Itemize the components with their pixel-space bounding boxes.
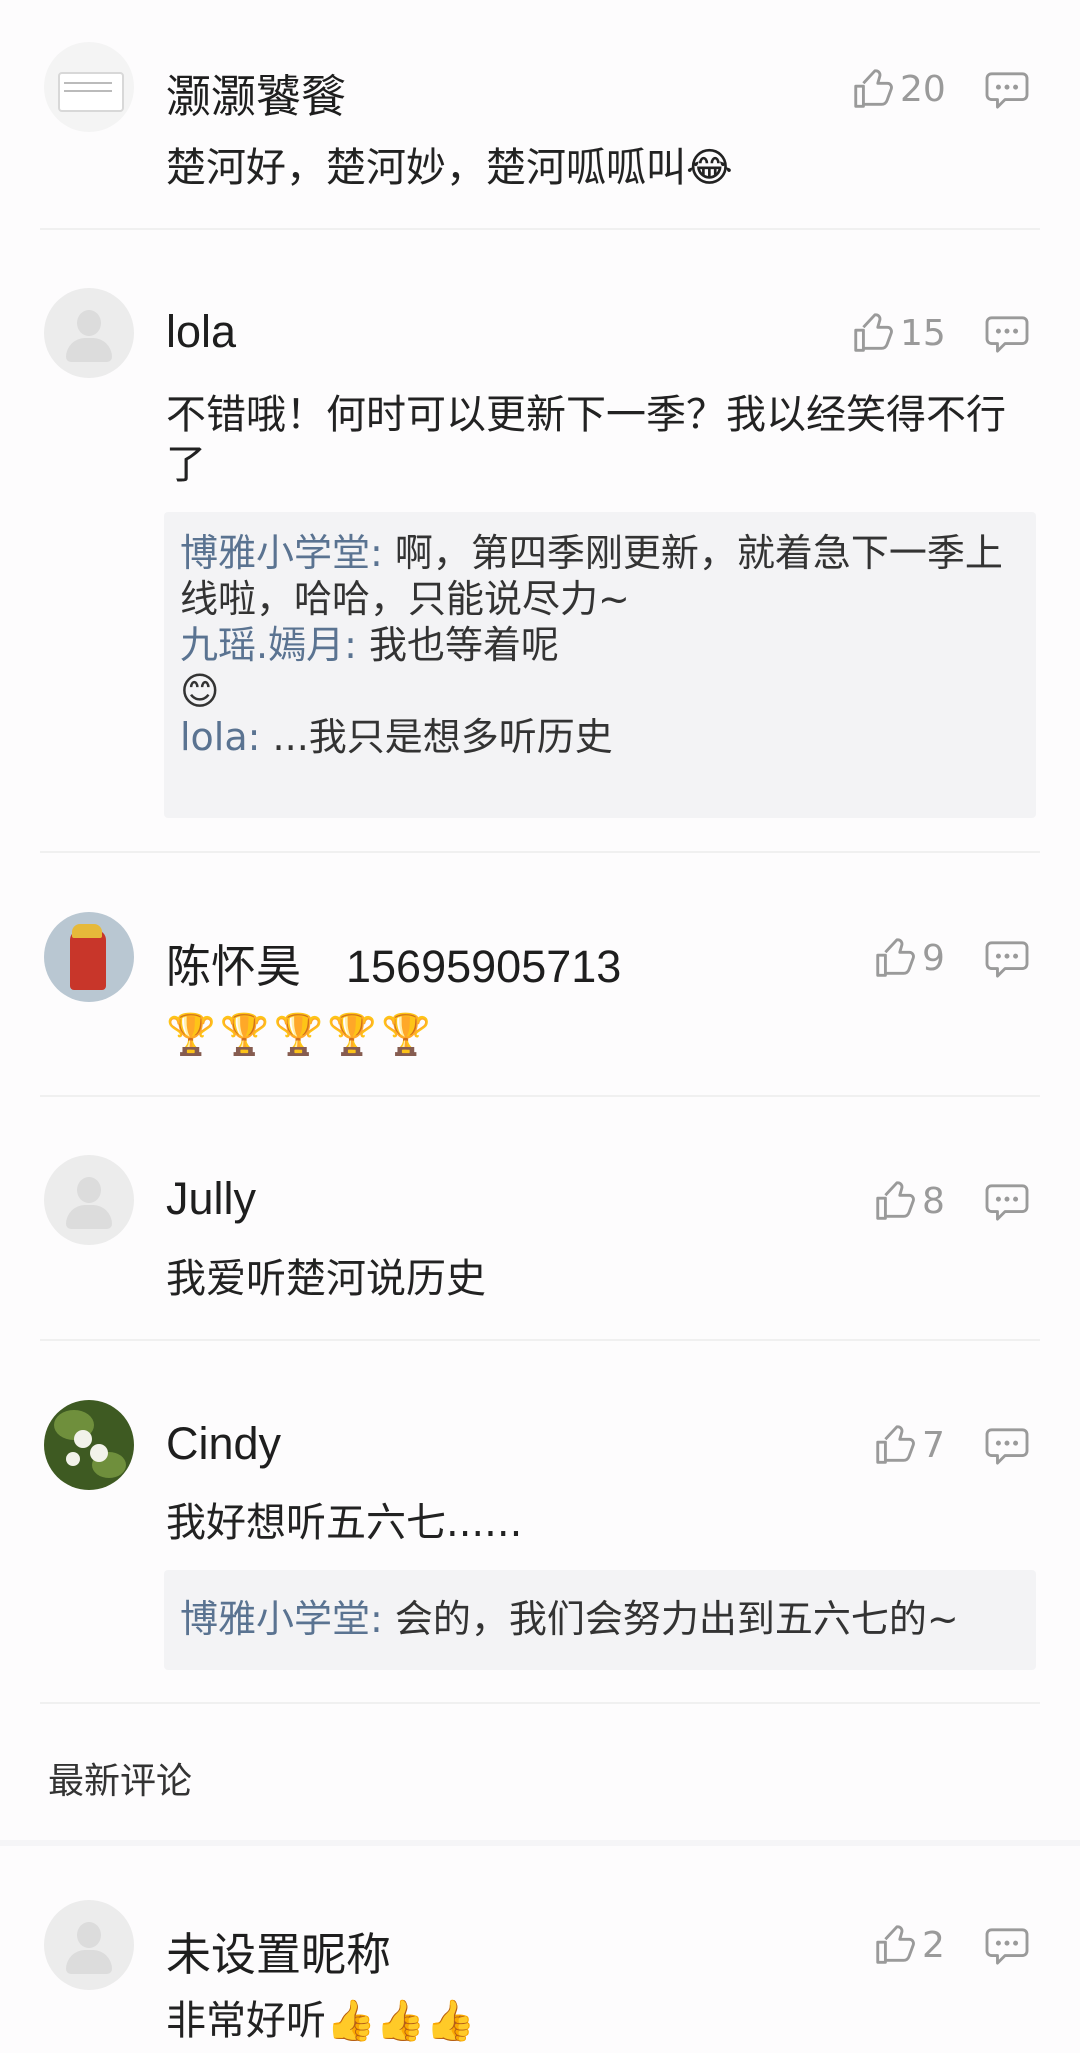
user-head-icon bbox=[77, 1922, 101, 1948]
avatar[interactable] bbox=[44, 288, 134, 378]
reply-text: 😊 bbox=[180, 669, 220, 713]
comment-text: 非常好听👍👍👍 bbox=[166, 1998, 476, 2044]
thumbs-up-icon bbox=[872, 1922, 918, 1968]
thumbs-up-icon bbox=[872, 1422, 918, 1468]
comment-text: 我爱听楚河说历史 bbox=[166, 1256, 486, 1302]
hat-icon bbox=[72, 924, 102, 938]
like-count: 15 bbox=[900, 312, 946, 354]
like-count: 8 bbox=[922, 1180, 945, 1222]
reply-author[interactable]: 博雅小学堂: bbox=[180, 1597, 383, 1641]
like-count: 9 bbox=[922, 937, 945, 979]
reply-item: 😊 bbox=[180, 668, 1020, 714]
comment-icon[interactable] bbox=[984, 1182, 1030, 1222]
reply-list: 博雅小学堂: 啊，第四季刚更新，就着急下一季上线啦，哈哈，只能说尽力~ 九瑶.嫣… bbox=[164, 512, 1036, 818]
reply-text: 会的，我们会努力出到五六七的~ bbox=[382, 1597, 959, 1641]
user-body-icon bbox=[66, 338, 112, 362]
divider bbox=[0, 1840, 1080, 1846]
user-head-icon bbox=[77, 310, 101, 336]
avatar[interactable] bbox=[44, 1155, 134, 1245]
comment-icon[interactable] bbox=[984, 1426, 1030, 1466]
reply-list: 博雅小学堂: 会的，我们会努力出到五六七的~ bbox=[164, 1570, 1036, 1670]
flower-shape bbox=[90, 1444, 108, 1462]
divider bbox=[64, 90, 112, 92]
divider bbox=[40, 851, 1040, 853]
user-head-icon bbox=[77, 1177, 101, 1203]
flower-shape bbox=[66, 1452, 80, 1466]
comment-icon[interactable] bbox=[984, 1926, 1030, 1966]
reply-item[interactable]: 九瑶.嫣月: 我也等着呢 bbox=[180, 622, 1020, 668]
commenter-name[interactable]: 陈怀昊 15695905713 bbox=[166, 930, 621, 995]
thumbs-up-icon bbox=[850, 66, 896, 112]
like-count: 20 bbox=[900, 68, 946, 110]
commenter-name[interactable]: Jully bbox=[166, 1173, 256, 1225]
user-body-icon bbox=[66, 1205, 112, 1229]
avatar[interactable] bbox=[44, 42, 134, 132]
avatar[interactable] bbox=[44, 1400, 134, 1490]
divider bbox=[40, 1095, 1040, 1097]
like-button[interactable]: 15 bbox=[850, 310, 946, 356]
commenter-name[interactable]: 未设置昵称 bbox=[166, 1918, 391, 1983]
reply-author[interactable]: lola: bbox=[180, 715, 260, 759]
comment-icon[interactable] bbox=[984, 314, 1030, 354]
thumbs-up-icon bbox=[872, 1178, 918, 1224]
comment-text: 楚河好，楚河妙，楚河呱呱叫😂 bbox=[166, 145, 733, 191]
divider bbox=[40, 1702, 1040, 1704]
flower-shape bbox=[74, 1430, 92, 1448]
book-icon bbox=[58, 72, 124, 112]
like-count: 7 bbox=[922, 1424, 945, 1466]
like-count: 2 bbox=[922, 1924, 945, 1966]
person-photo bbox=[70, 930, 106, 990]
commenter-name[interactable]: lola bbox=[166, 306, 236, 358]
thumbs-up-icon bbox=[850, 310, 896, 356]
reply-author[interactable]: 博雅小学堂: bbox=[180, 531, 383, 575]
comment-icon[interactable] bbox=[984, 70, 1030, 110]
like-button[interactable]: 8 bbox=[872, 1178, 945, 1224]
like-button[interactable]: 7 bbox=[872, 1422, 945, 1468]
thumbs-up-icon bbox=[872, 935, 918, 981]
avatar[interactable] bbox=[44, 912, 134, 1002]
reply-item[interactable]: 博雅小学堂: 会的，我们会努力出到五六七的~ bbox=[180, 1596, 1020, 1642]
latest-comments-header: 最新评论 bbox=[48, 1761, 193, 1802]
divider bbox=[40, 1339, 1040, 1341]
reply-author[interactable]: 九瑶.嫣月: bbox=[180, 623, 357, 667]
user-body-icon bbox=[66, 1950, 112, 1974]
like-button[interactable]: 2 bbox=[872, 1922, 945, 1968]
commenter-name[interactable]: 灏灏饕餮 bbox=[166, 60, 346, 125]
comment-text: 🏆🏆🏆🏆🏆 bbox=[166, 1012, 436, 1058]
reply-text: ...我只是想多听历史 bbox=[260, 715, 613, 759]
comment-icon[interactable] bbox=[984, 939, 1030, 979]
like-button[interactable]: 9 bbox=[872, 935, 945, 981]
divider bbox=[40, 228, 1040, 230]
comment-text: 我好想听五六七...... bbox=[166, 1500, 523, 1546]
comment-text: 不错哦！何时可以更新下一季？我以经笑得不行了 bbox=[166, 392, 1006, 488]
reply-item[interactable]: 博雅小学堂: 啊，第四季刚更新，就着急下一季上线啦，哈哈，只能说尽力~ bbox=[180, 530, 1020, 622]
reply-text: 我也等着呢 bbox=[356, 623, 559, 667]
divider bbox=[64, 82, 112, 84]
commenter-name[interactable]: Cindy bbox=[166, 1418, 281, 1470]
like-button[interactable]: 20 bbox=[850, 66, 946, 112]
reply-item[interactable]: lola: ...我只是想多听历史 bbox=[180, 714, 1020, 760]
avatar[interactable] bbox=[44, 1900, 134, 1990]
